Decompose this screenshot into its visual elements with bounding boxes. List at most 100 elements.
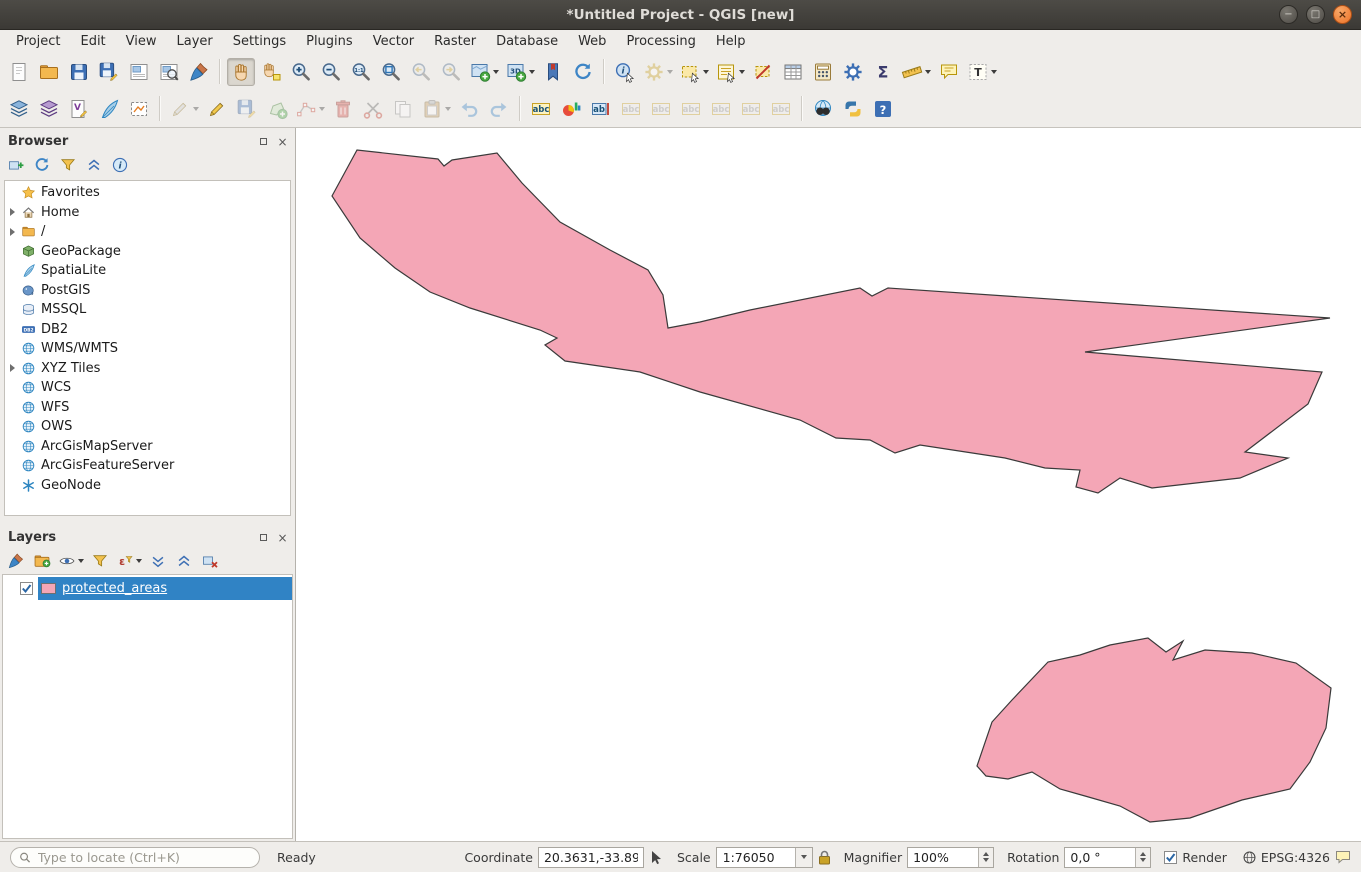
- show-statistics-button[interactable]: Σ: [869, 58, 897, 86]
- browser-item-ows[interactable]: OWS: [5, 417, 290, 437]
- filter-legend-button[interactable]: [88, 549, 112, 573]
- browser-close-button[interactable]: ×: [276, 135, 289, 148]
- browser-item-postgis[interactable]: PostGIS: [5, 281, 290, 301]
- identify-features-button[interactable]: i: [611, 58, 639, 86]
- magnifier-input[interactable]: [908, 850, 978, 865]
- rotate-label-button[interactable]: abc: [737, 95, 765, 123]
- collapse-all-layers-button[interactable]: [172, 549, 196, 573]
- vertex-tool-button[interactable]: [293, 95, 327, 123]
- new-print-layout-button[interactable]: [125, 58, 153, 86]
- zoom-native-button[interactable]: 1:1: [347, 58, 375, 86]
- new-map-view-button[interactable]: [467, 58, 501, 86]
- pan-to-selection-button[interactable]: [257, 58, 285, 86]
- undo-button[interactable]: [455, 95, 483, 123]
- open-attribute-table-button[interactable]: [779, 58, 807, 86]
- new-temporary-scratch-layer-button[interactable]: [125, 95, 153, 123]
- layers-float-button[interactable]: [257, 531, 270, 544]
- zoom-full-button[interactable]: [377, 58, 405, 86]
- browser-item-wfs[interactable]: WFS: [5, 398, 290, 418]
- select-features-button[interactable]: [677, 58, 711, 86]
- render-checkbox[interactable]: [1164, 851, 1177, 864]
- menu-project[interactable]: Project: [6, 32, 70, 51]
- browser-item-geonode[interactable]: GeoNode: [5, 476, 290, 496]
- remove-layer-button[interactable]: [198, 549, 222, 573]
- measure-line-button[interactable]: [899, 58, 933, 86]
- browser-item-home[interactable]: Home: [5, 203, 290, 223]
- dropdown-arrow-icon[interactable]: [193, 107, 199, 111]
- redo-button[interactable]: [485, 95, 513, 123]
- toggle-editing-button[interactable]: [203, 95, 231, 123]
- select-by-value-button[interactable]: [713, 58, 747, 86]
- move-label-button[interactable]: abc: [707, 95, 735, 123]
- zoom-last-button[interactable]: [407, 58, 435, 86]
- dropdown-arrow-icon[interactable]: [493, 70, 499, 74]
- dropdown-arrow-icon[interactable]: [78, 559, 84, 563]
- menu-raster[interactable]: Raster: [424, 32, 486, 51]
- python-console-button[interactable]: [839, 95, 867, 123]
- dropdown-arrow-icon[interactable]: [445, 107, 451, 111]
- browser-float-button[interactable]: [257, 135, 270, 148]
- menu-help[interactable]: Help: [706, 32, 756, 51]
- new-annotation-button[interactable]: T: [965, 58, 999, 86]
- combo-arrow-icon[interactable]: [795, 848, 812, 867]
- locate-input[interactable]: [36, 849, 255, 866]
- menu-plugins[interactable]: Plugins: [296, 32, 363, 51]
- show-bookmarks-button[interactable]: [539, 58, 567, 86]
- coordinate-input[interactable]: [538, 847, 644, 868]
- save-layer-edits-button[interactable]: [233, 95, 261, 123]
- magnifier-spinbox[interactable]: [907, 847, 994, 868]
- menu-edit[interactable]: Edit: [70, 32, 115, 51]
- pan-map-button[interactable]: [227, 58, 255, 86]
- layer-diagram-options-button[interactable]: [557, 95, 585, 123]
- pin-unpin-labels-button[interactable]: abc: [647, 95, 675, 123]
- copy-features-button[interactable]: [389, 95, 417, 123]
- style-manager-button[interactable]: [185, 58, 213, 86]
- save-project-as-button[interactable]: [95, 58, 123, 86]
- highlight-pinned-labels-button[interactable]: abc: [617, 95, 645, 123]
- new-shapefile-layer-button[interactable]: V: [65, 95, 93, 123]
- browser-item-arcgisfeatureserver[interactable]: ArcGisFeatureServer: [5, 456, 290, 476]
- dropdown-arrow-icon[interactable]: [319, 107, 325, 111]
- manage-map-themes-button[interactable]: [56, 549, 86, 573]
- menu-layer[interactable]: Layer: [167, 32, 223, 51]
- layer-labeling-options-button[interactable]: abc: [527, 95, 555, 123]
- add-group-button[interactable]: [30, 549, 54, 573]
- add-polygon-feature-button[interactable]: [263, 95, 291, 123]
- layer-item-protected-areas[interactable]: protected_areas: [3, 577, 292, 600]
- field-calculator-button[interactable]: [809, 58, 837, 86]
- crs-status[interactable]: EPSG:4326: [1242, 850, 1330, 865]
- labeling-rules-button[interactable]: ab: [587, 95, 615, 123]
- expand-all-layers-button[interactable]: [146, 549, 170, 573]
- dropdown-arrow-icon[interactable]: [703, 70, 709, 74]
- zoom-next-button[interactable]: [437, 58, 465, 86]
- scale-combo[interactable]: 1:76050: [716, 847, 813, 868]
- dropdown-arrow-icon[interactable]: [136, 559, 142, 563]
- cut-features-button[interactable]: [359, 95, 387, 123]
- deselect-all-button[interactable]: [749, 58, 777, 86]
- minimize-button[interactable]: −: [1279, 5, 1298, 24]
- refresh-browser-button[interactable]: [30, 153, 54, 177]
- dropdown-arrow-icon[interactable]: [925, 70, 931, 74]
- delete-selected-button[interactable]: [329, 95, 357, 123]
- refresh-map-button[interactable]: [569, 58, 597, 86]
- expander-icon[interactable]: [5, 208, 20, 216]
- maximize-button[interactable]: □: [1306, 5, 1325, 24]
- run-feature-action-button[interactable]: [641, 58, 675, 86]
- browser-item-spatialite[interactable]: SpatiaLite: [5, 261, 290, 281]
- add-selected-layers-button[interactable]: [4, 153, 28, 177]
- paste-features-button[interactable]: [419, 95, 453, 123]
- layers-close-button[interactable]: ×: [276, 531, 289, 544]
- dropdown-arrow-icon[interactable]: [529, 70, 535, 74]
- filter-by-expression-button[interactable]: ε: [114, 549, 144, 573]
- help-contents-button[interactable]: ?: [869, 95, 897, 123]
- collapse-all-browser-button[interactable]: [82, 153, 106, 177]
- messages-icon[interactable]: [1335, 849, 1351, 865]
- browser-item-favorites[interactable]: Favorites: [5, 183, 290, 203]
- browser-item-wcs[interactable]: WCS: [5, 378, 290, 398]
- osm-place-search-button[interactable]: [809, 95, 837, 123]
- add-wms-layer-button[interactable]: [35, 95, 63, 123]
- enable-disable-properties-button[interactable]: i: [108, 153, 132, 177]
- render-toggle[interactable]: Render: [1164, 850, 1227, 865]
- menu-settings[interactable]: Settings: [223, 32, 296, 51]
- browser-item-mssql[interactable]: MSSQL: [5, 300, 290, 320]
